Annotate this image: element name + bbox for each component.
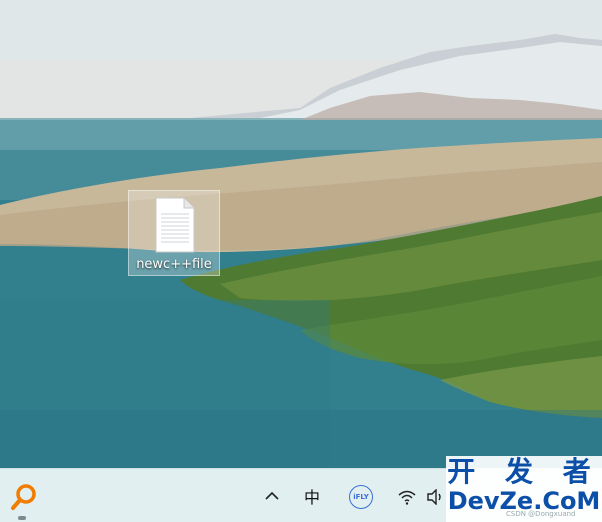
desktop-file-label: newc++file (136, 257, 212, 272)
site-watermark: 开 发 者 DevZe.CoM CSDN @Dongxuand (446, 456, 602, 522)
chevron-up-icon (265, 491, 279, 500)
watermark-chinese-text: 开 发 者 (447, 455, 601, 488)
wifi-icon (398, 490, 416, 505)
volume-button[interactable] (424, 486, 446, 508)
ifly-input-button[interactable]: iFLY (348, 484, 374, 510)
desktop-wallpaper[interactable]: newc++file (0, 0, 602, 468)
search-button[interactable] (8, 481, 40, 513)
wallpaper-landscape (0, 0, 602, 468)
ifly-icon: iFLY (349, 485, 373, 509)
speaker-icon (427, 489, 441, 505)
watermark-credit-text: CSDN @Dongxuand (506, 510, 576, 518)
wifi-button[interactable] (396, 486, 418, 508)
desktop-file-icon-newc-file[interactable]: newc++file (128, 190, 220, 276)
text-file-icon (155, 197, 195, 253)
active-app-indicator (18, 516, 26, 520)
show-hidden-icons-button[interactable] (262, 486, 282, 506)
ime-mode-indicator[interactable]: 中 (300, 484, 324, 508)
search-icon (11, 484, 36, 510)
